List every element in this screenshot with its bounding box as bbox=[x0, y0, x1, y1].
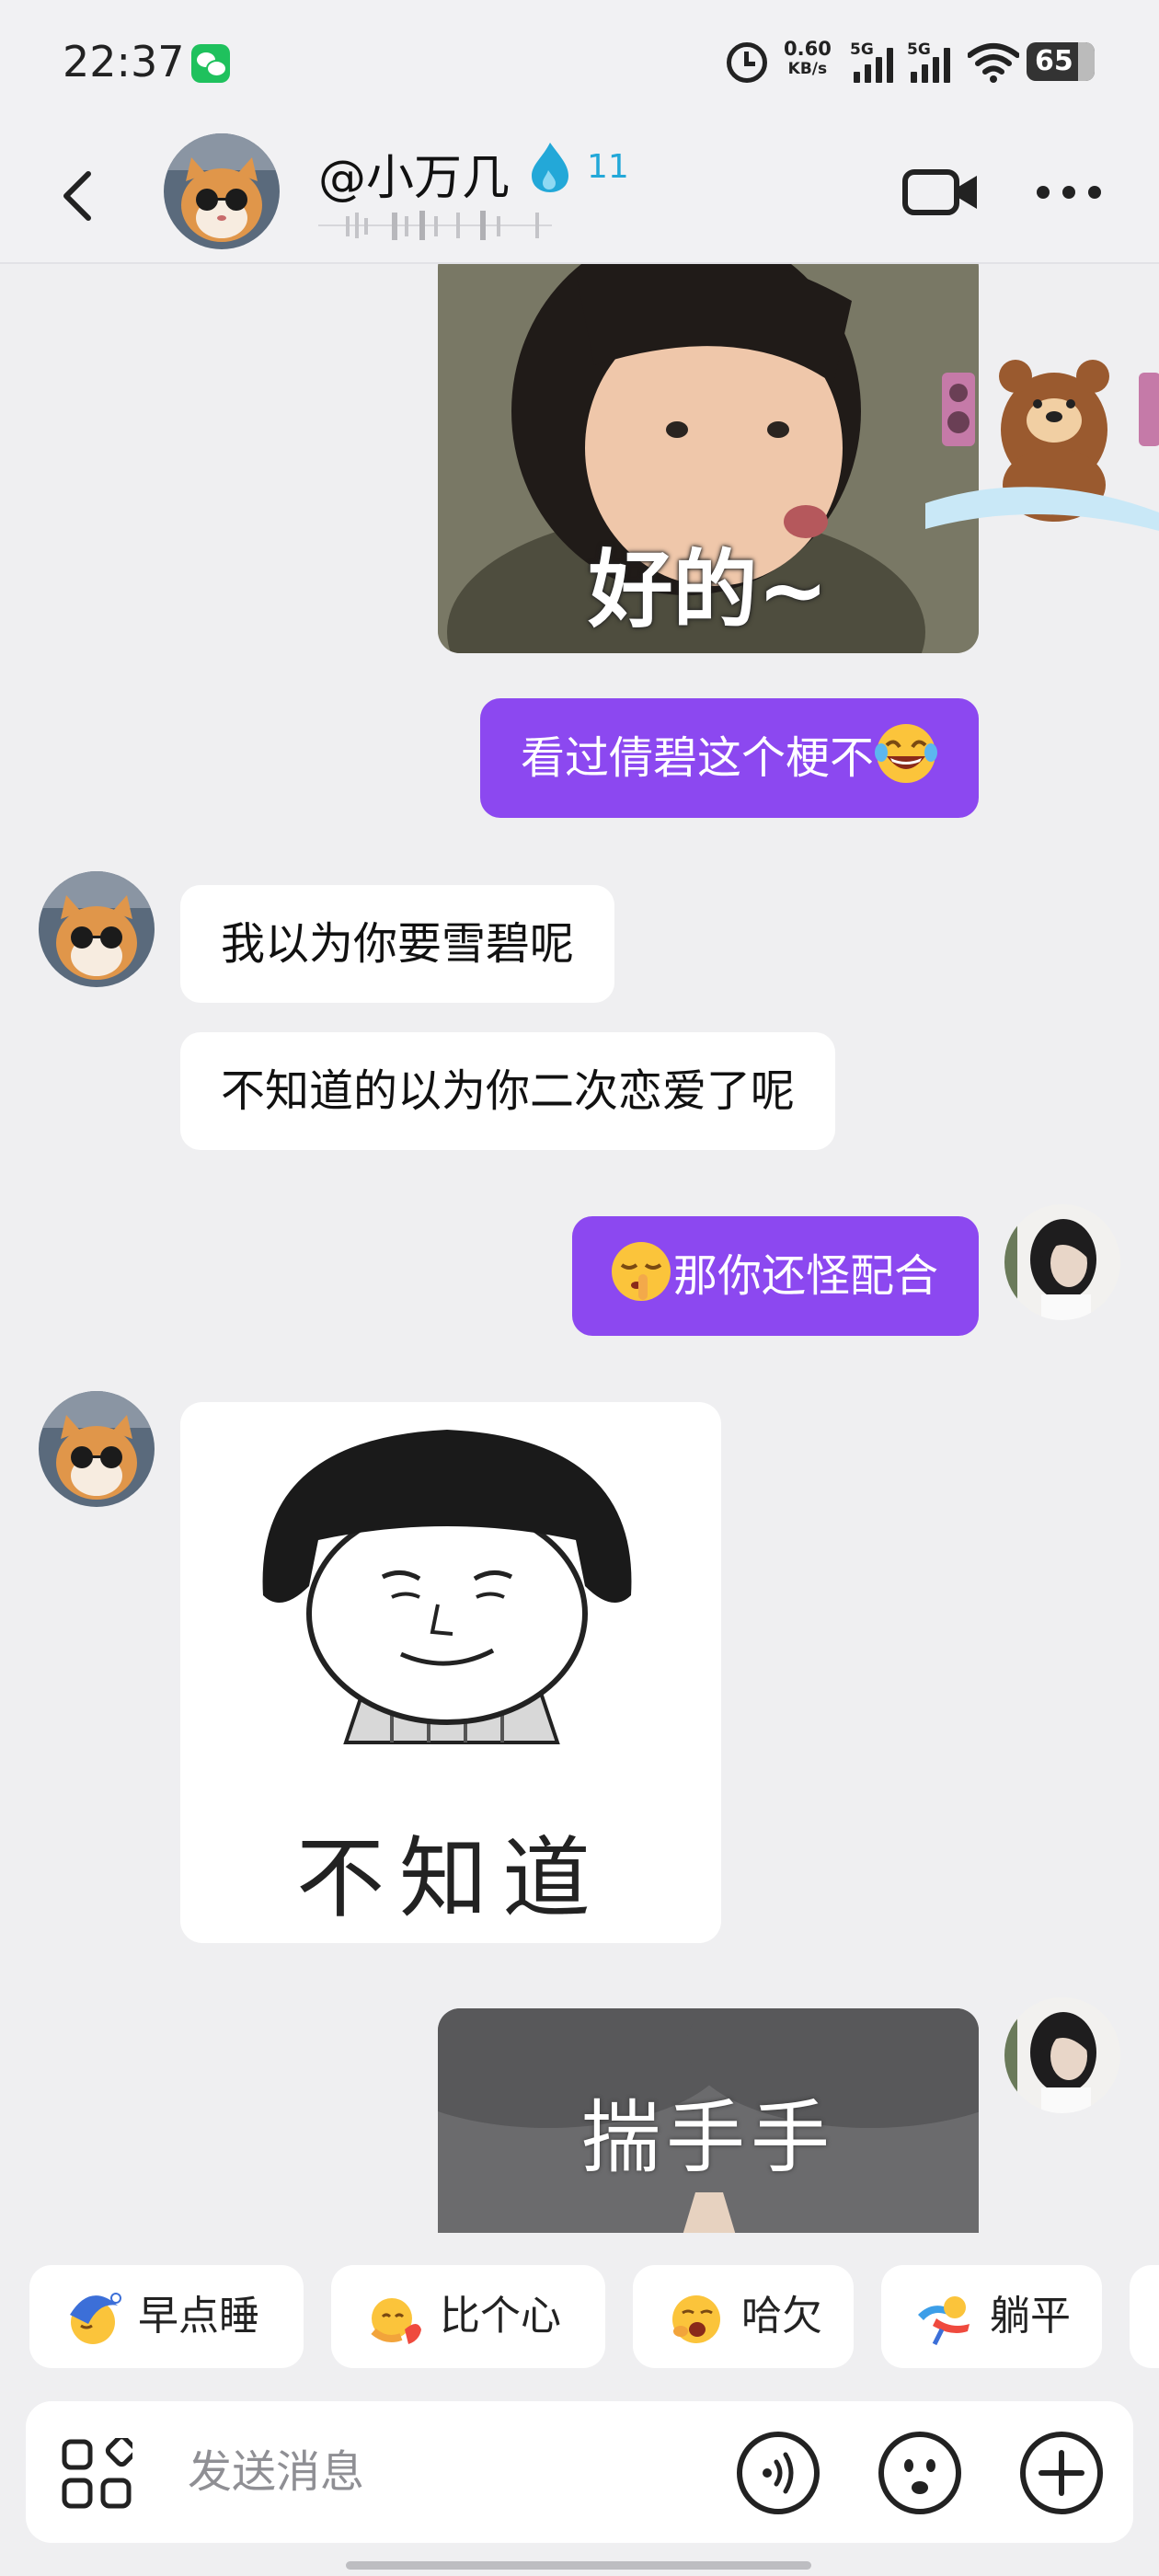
message-input[interactable] bbox=[188, 2429, 721, 2515]
emoji-icon[interactable] bbox=[878, 2431, 962, 2515]
message-bubble-theirs[interactable]: 我以为你要雪碧呢 bbox=[180, 885, 615, 1003]
message-text: 我以为你要雪碧呢 bbox=[221, 918, 575, 970]
wechat-icon bbox=[191, 44, 230, 83]
shushing-face-emoji-icon bbox=[611, 1242, 671, 1301]
sticker-message-mine[interactable]: 揣手手 bbox=[438, 2008, 979, 2233]
network-speed: 0.60 KB/s bbox=[784, 39, 832, 79]
quick-reply-bar: 早点睡 比个心 哈欠 躺平 bbox=[0, 2265, 1159, 2368]
girl-portrait-avatar-image bbox=[1004, 1997, 1120, 2113]
yawn-face-icon bbox=[672, 2295, 720, 2343]
message-text: 看过倩碧这个梗不 bbox=[520, 732, 874, 784]
quick-reply-label: 躺平 bbox=[990, 2293, 1071, 2340]
bear-decoration-icon bbox=[925, 360, 1159, 531]
cat-sunglasses-avatar-image bbox=[164, 133, 280, 249]
message-bubble-mine[interactable]: 那你还怪配合 bbox=[571, 1216, 979, 1336]
laughing-tears-emoji-icon bbox=[875, 724, 937, 783]
sleepy-moon-icon bbox=[70, 2293, 121, 2344]
heart-hands-icon bbox=[371, 2298, 421, 2344]
video-call-icon[interactable] bbox=[901, 165, 981, 220]
wifi-icon bbox=[968, 43, 1019, 83]
quick-reply-label: 早点睡 bbox=[138, 2293, 259, 2340]
sticker-message-mine[interactable]: 好的~ bbox=[438, 264, 979, 653]
flame-icon bbox=[532, 143, 568, 192]
plus-icon[interactable] bbox=[1019, 2431, 1104, 2515]
message-text: 不知道的以为你二次恋爱了呢 bbox=[221, 1065, 796, 1117]
battery-level: 65 bbox=[1035, 45, 1073, 77]
quick-reply-label: 比个心 bbox=[440, 2293, 561, 2340]
sim2-label: 5G bbox=[907, 40, 931, 59]
quick-reply-chip[interactable]: 躺平 bbox=[881, 2265, 1102, 2368]
quick-reply-chip[interactable]: 哈欠 bbox=[633, 2265, 854, 2368]
cat-sunglasses-avatar-image bbox=[39, 871, 155, 987]
status-bar: 22:37 0.60 KB/s 5G 5G 65 bbox=[0, 0, 1159, 124]
voice-wave-decoration bbox=[318, 211, 552, 240]
status-time: 22:37 bbox=[63, 37, 185, 86]
contact-avatar[interactable] bbox=[164, 133, 280, 249]
girl-portrait-avatar-image bbox=[1004, 1204, 1120, 1320]
sticker-message-theirs[interactable]: 不知道 bbox=[180, 1402, 721, 1943]
sticker-caption: 不知道 bbox=[296, 1827, 605, 1930]
quick-reply-label: 哈欠 bbox=[741, 2293, 822, 2340]
bowl-cut-meme-image bbox=[262, 1430, 632, 1744]
apps-icon[interactable] bbox=[61, 2438, 132, 2510]
chat-message-list[interactable]: 好的~ 看过倩碧这个梗不 我以为你要雪碧呢 不知道的以为你二次恋爱了呢 那你还怪… bbox=[0, 264, 1159, 2233]
contact-avatar[interactable] bbox=[39, 1391, 155, 1507]
contact-name[interactable]: @小万几 bbox=[318, 139, 510, 208]
home-indicator[interactable] bbox=[346, 2561, 811, 2570]
sticker-caption: 好的~ bbox=[588, 541, 829, 639]
network-speed-value: 0.60 bbox=[784, 38, 832, 60]
message-bubble-theirs[interactable]: 不知道的以为你二次恋爱了呢 bbox=[180, 1032, 836, 1150]
network-speed-unit: KB/s bbox=[787, 60, 828, 78]
contact-avatar[interactable] bbox=[39, 871, 155, 987]
chat-header: @小万几 11 bbox=[0, 124, 1159, 264]
my-avatar[interactable] bbox=[1004, 1204, 1120, 1320]
message-bubble-mine[interactable]: 看过倩碧这个梗不 bbox=[479, 698, 979, 818]
sim1-label: 5G bbox=[850, 40, 874, 59]
message-text: 那你还怪配合 bbox=[672, 1250, 938, 1302]
message-input-bar bbox=[26, 2401, 1133, 2543]
signal-icon: 5G bbox=[850, 40, 905, 83]
voice-icon[interactable] bbox=[736, 2431, 820, 2515]
more-icon[interactable] bbox=[1034, 183, 1104, 201]
quick-reply-chip[interactable]: 比个心 bbox=[331, 2265, 605, 2368]
back-icon[interactable] bbox=[55, 168, 101, 224]
alarm-icon bbox=[727, 42, 767, 83]
quick-reply-chip-partial[interactable] bbox=[1130, 2265, 1159, 2368]
lying-flat-icon bbox=[918, 2296, 970, 2346]
streak-count: 11 bbox=[587, 148, 629, 186]
battery-icon: 65 bbox=[1027, 42, 1095, 81]
signal-icon: 5G bbox=[907, 40, 962, 83]
my-avatar[interactable] bbox=[1004, 1997, 1120, 2113]
sticker-caption: 揣手手 bbox=[581, 2092, 835, 2184]
cat-sunglasses-avatar-image bbox=[39, 1391, 155, 1507]
quick-reply-chip[interactable]: 早点睡 bbox=[29, 2265, 304, 2368]
